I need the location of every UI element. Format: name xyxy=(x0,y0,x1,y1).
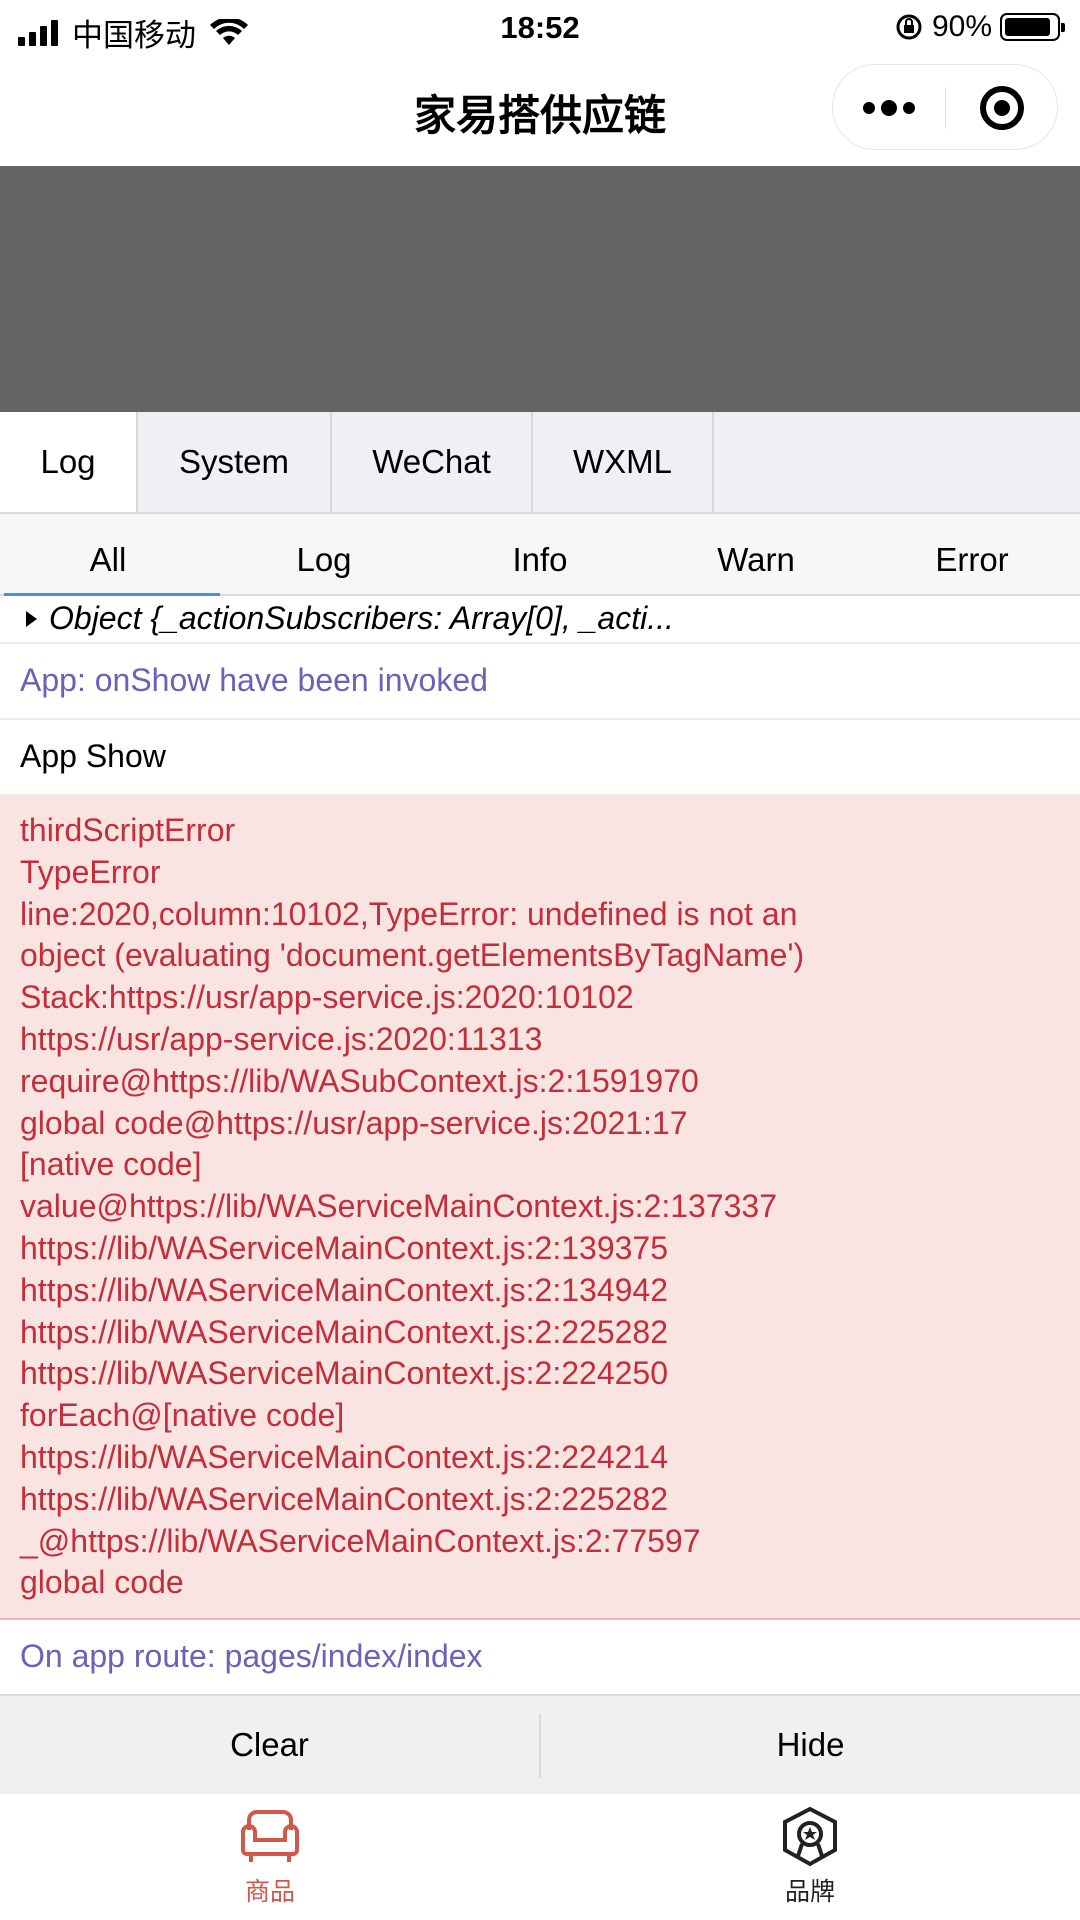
log-row-info: On app route: pages/index/index xyxy=(0,1620,1080,1694)
status-bar: 中国移动 18:52 90% xyxy=(0,0,1080,54)
error-line: thirdScriptError xyxy=(20,812,236,848)
tab-wechat[interactable]: WeChat xyxy=(332,412,533,512)
log-row: App Show xyxy=(0,720,1080,796)
object-summary: Object {_actionSubscribers: Array[0], _a… xyxy=(49,600,674,637)
clear-button[interactable]: Clear xyxy=(0,1696,539,1794)
log-text: App Show xyxy=(20,738,166,775)
tabbar-label: 品牌 xyxy=(784,1878,835,1906)
filter-warn[interactable]: Warn xyxy=(648,514,864,594)
vconsole-toolbar: Clear Hide xyxy=(0,1694,1080,1794)
more-button[interactable] xyxy=(833,65,945,151)
error-line: forEach@[native code] xyxy=(20,1397,345,1434)
close-button[interactable] xyxy=(946,65,1058,151)
error-line: https://lib/WAServiceMainContext.js:2:22… xyxy=(20,1480,669,1517)
log-list[interactable]: Object {_actionSubscribers: Array[0], _a… xyxy=(0,596,1080,1694)
more-dot-icon xyxy=(863,102,875,114)
expand-triangle-icon[interactable] xyxy=(26,611,37,627)
error-line: value@https://lib/WAServiceMainContext.j… xyxy=(20,1188,777,1225)
error-line: require@https://lib/WASubContext.js:2:15… xyxy=(20,1062,699,1099)
error-line: https://lib/WAServiceMainContext.js:2:13… xyxy=(20,1229,669,1266)
tab-bar: 商品 品牌 xyxy=(0,1794,1080,1920)
filter-all[interactable]: All xyxy=(0,514,220,596)
tab-wxml[interactable]: WXML xyxy=(533,412,714,512)
error-line: https://lib/WAServiceMainContext.js:2:22… xyxy=(20,1313,669,1350)
filter-info[interactable]: Info xyxy=(432,514,648,594)
error-line: https://lib/WAServiceMainContext.js:2:22… xyxy=(20,1438,669,1475)
log-text: App: onShow have been invoked xyxy=(20,662,488,699)
miniprogram-capsule xyxy=(832,64,1058,150)
status-right: 90% xyxy=(894,10,1065,44)
tab-system[interactable]: System xyxy=(138,412,332,512)
rotation-lock-icon xyxy=(896,14,922,40)
log-text: On app route: pages/index/index xyxy=(20,1638,483,1675)
tabbar-label: 商品 xyxy=(244,1878,295,1906)
error-line: https://usr/app-service.js:2020:11313 xyxy=(20,1020,543,1057)
target-icon xyxy=(980,86,1024,130)
error-line: object (evaluating 'document.getElements… xyxy=(20,937,805,974)
battery-percent: 90% xyxy=(931,10,992,43)
error-line: [native code] xyxy=(20,1146,202,1183)
sofa-icon xyxy=(241,1810,299,1862)
log-row-info: App: onShow have been invoked xyxy=(0,644,1080,720)
filter-log[interactable]: Log xyxy=(216,514,432,594)
more-dot-icon xyxy=(903,102,915,114)
log-row-error: thirdScriptError TypeError line:2020,colum… xyxy=(0,796,1080,1621)
log-filter-tabs: All Log Info Warn Error xyxy=(0,514,1080,596)
error-line: _@https://lib/WAServiceMainContext.js:2:… xyxy=(20,1522,701,1559)
vconsole-mask[interactable] xyxy=(0,166,1080,412)
log-row-object[interactable]: Object {_actionSubscribers: Array[0], _a… xyxy=(0,596,1080,644)
tab-log[interactable]: Log xyxy=(0,412,138,512)
battery-icon xyxy=(1000,13,1065,41)
hide-button[interactable]: Hide xyxy=(541,1696,1080,1794)
brand-badge-icon xyxy=(783,1806,837,1867)
error-line: https://lib/WAServiceMainContext.js:2:22… xyxy=(20,1355,669,1392)
more-dot-icon xyxy=(881,100,897,116)
error-line: Stack:https://usr/app-service.js:2020:10… xyxy=(20,979,634,1016)
error-line: https://lib/WAServiceMainContext.js:2:13… xyxy=(20,1271,669,1308)
error-line: TypeError xyxy=(20,853,161,890)
error-line: line:2020,column:10102,TypeError: undefi… xyxy=(20,895,798,932)
tabbar-item-goods[interactable]: 商品 xyxy=(0,1794,540,1920)
nav-bar: 家易搭供应链 xyxy=(0,54,1080,166)
error-line: global code xyxy=(20,1564,184,1601)
filter-error[interactable]: Error xyxy=(864,514,1080,594)
tabbar-item-brand[interactable]: 品牌 xyxy=(540,1794,1080,1920)
error-line: global code@https://usr/app-service.js:2… xyxy=(20,1104,688,1141)
vconsole-tabs: Log System WeChat WXML xyxy=(0,412,1080,514)
